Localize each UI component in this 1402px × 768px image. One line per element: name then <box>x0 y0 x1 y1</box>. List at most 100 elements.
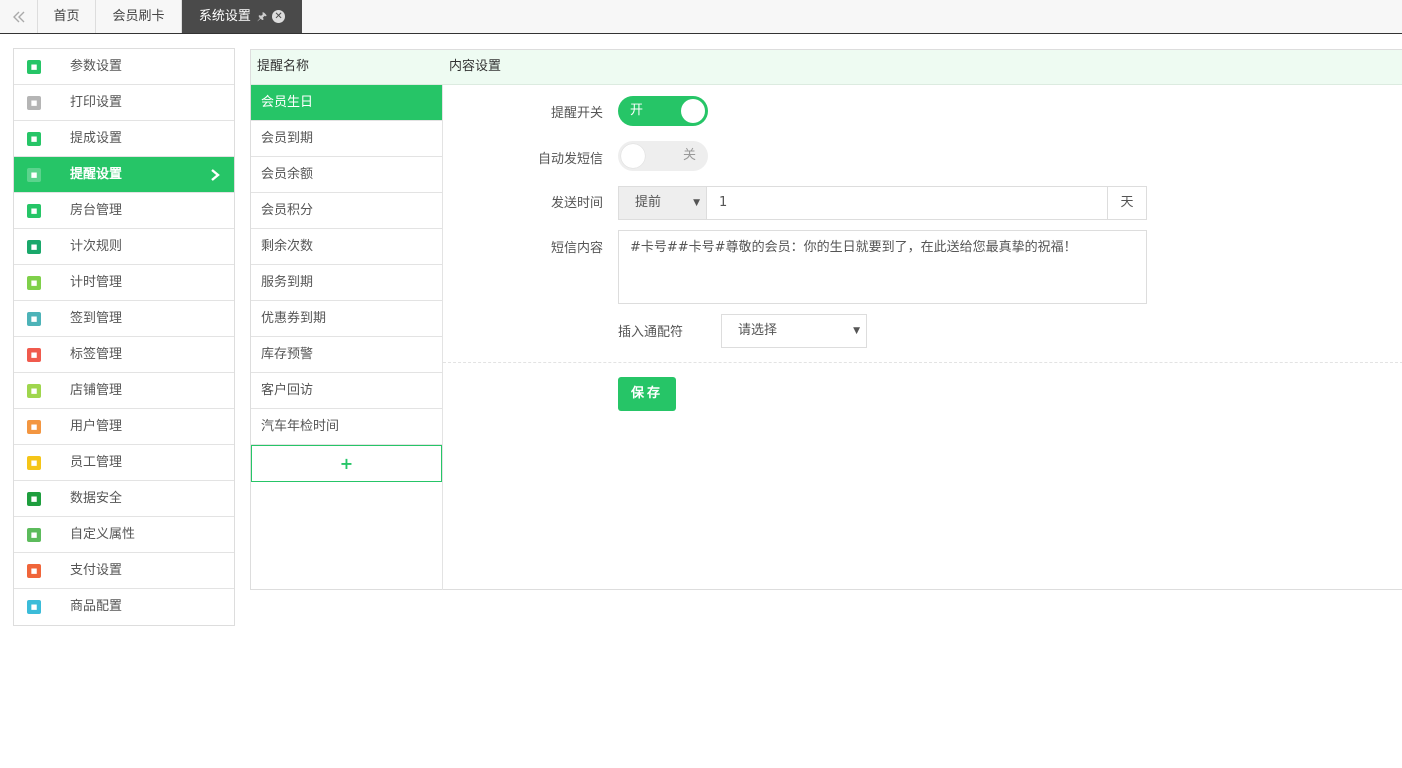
menu-item[interactable]: ■ 参数设置 <box>14 49 234 85</box>
send-time-label: 发送时间 <box>550 196 603 211</box>
reminder-list-item[interactable]: 会员到期 <box>251 121 442 157</box>
pin-icon[interactable]: 🖈 <box>257 0 267 33</box>
menu-item-label: 计时管理 <box>70 275 123 290</box>
caret-down-icon: ▼ <box>853 326 860 336</box>
menu-item[interactable]: ■ 计时管理 <box>14 265 234 301</box>
reminder-list-item[interactable]: 会员余额 <box>251 157 442 193</box>
reminder-list-item[interactable]: 优惠券到期 <box>251 301 442 337</box>
column-divider <box>442 85 443 590</box>
panel-header: 提醒名称 内容设置 <box>251 50 1402 85</box>
tab-system-settings[interactable]: 系统设置 🖈 ✕ <box>182 0 302 33</box>
reminder-list-item[interactable]: 汽车年检时间 <box>251 409 442 445</box>
tab-label: 首页 <box>53 9 80 24</box>
sms-content-label: 短信内容 <box>550 241 603 256</box>
input-value: 1 <box>719 195 728 210</box>
menu-item[interactable]: ■ 计次规则 <box>14 229 234 265</box>
calendar-icon: ■ <box>27 312 41 326</box>
wildcard-label: 插入通配符 <box>618 325 684 340</box>
tab-label: 系统设置 <box>198 9 251 24</box>
form-divider <box>443 362 1402 363</box>
menu-item[interactable]: ■ 用户管理 <box>14 409 234 445</box>
tab-label: 会员刷卡 <box>112 9 165 24</box>
reminder-list: 会员生日 会员到期 会员余额 会员积分 剩余次数 服务到期 优惠券到期 库存预警 客户回访 汽车年… <box>251 85 442 482</box>
select-value: 提前 <box>635 195 662 210</box>
store-icon: ■ <box>27 384 41 398</box>
reminder-panel: 提醒名称 内容设置 会员生日 会员到期 会员余额 会员积分 剩余次数 服务到期 优惠券到期库… <box>250 49 1402 590</box>
column-header-content: 内容设置 <box>449 59 502 74</box>
menu-item-label: 签到管理 <box>70 311 123 326</box>
toggle-state: 开 <box>630 103 644 118</box>
menu-item-label: 商品配置 <box>70 599 123 614</box>
tools-icon: ■ <box>27 600 41 614</box>
menu-item[interactable]: ■ 签到管理 <box>14 301 234 337</box>
staff-icon: ■ <box>27 456 41 470</box>
toggle-state: 关 <box>682 148 696 163</box>
menu-item[interactable]: ■ 支付设置 <box>14 553 234 589</box>
menu-item[interactable]: ■ 商品配置 <box>14 589 234 625</box>
send-time-input[interactable]: 1 <box>706 186 1108 220</box>
reminder-list-item[interactable]: 服务到期 <box>251 265 442 301</box>
bell-icon: ■ <box>27 168 41 182</box>
wildcard-select[interactable]: 请选择 ▼ <box>721 314 867 348</box>
menu-item[interactable]: ■ 数据安全 <box>14 481 234 517</box>
menu-item-label: 打印设置 <box>70 95 123 110</box>
menu-item-label: 员工管理 <box>70 455 123 470</box>
sliders-icon: ■ <box>27 60 41 74</box>
edit-icon: ■ <box>27 528 41 542</box>
chevron-right-icon <box>211 169 220 181</box>
printer-icon: ■ <box>27 96 41 110</box>
reminder-list-item[interactable]: 客户回访 <box>251 373 442 409</box>
add-reminder-button[interactable]: + <box>251 445 442 482</box>
menu-item[interactable]: ■ 提醒设置 <box>14 157 234 193</box>
tab-home[interactable]: 首页 <box>38 0 96 33</box>
menu-item-label: 自定义属性 <box>70 527 136 542</box>
menu-item[interactable]: ■ 提成设置 <box>14 121 234 157</box>
menu-item-label: 支付设置 <box>70 563 123 578</box>
close-icon[interactable]: ✕ <box>272 10 286 23</box>
menu-item[interactable]: ■ 标签管理 <box>14 337 234 373</box>
commission-icon: ■ <box>27 132 41 146</box>
menu-item-label: 用户管理 <box>70 419 123 434</box>
select-value: 请选择 <box>738 323 778 338</box>
save-button[interactable]: 保存 <box>618 377 676 411</box>
shield-icon: ■ <box>27 204 41 218</box>
reminder-list-item[interactable]: 会员生日 <box>251 85 442 121</box>
reminder-list-item[interactable]: 剩余次数 <box>251 229 442 265</box>
tab-bar: 首页 会员刷卡 系统设置 🖈 ✕ <box>0 0 1402 34</box>
menu-item-label: 参数设置 <box>70 59 123 74</box>
user-icon: ■ <box>27 420 41 434</box>
tag-icon: ■ <box>27 348 41 362</box>
toggle-knob <box>621 144 645 168</box>
payment-icon: ■ <box>27 564 41 578</box>
auto-sms-toggle[interactable]: 关 <box>618 141 708 171</box>
sms-content-textarea[interactable]: #卡号##卡号#尊敬的会员：你的生日就要到了，在此送给您最真挚的祝福！ <box>618 230 1147 304</box>
auto-sms-label: 自动发短信 <box>537 152 603 167</box>
double-chevron-left-icon[interactable] <box>0 0 38 33</box>
menu-item[interactable]: ■ 打印设置 <box>14 85 234 121</box>
alarm-clock-icon: ■ <box>27 276 41 290</box>
caret-down-icon: ▼ <box>693 198 700 208</box>
tab-member-card[interactable]: 会员刷卡 <box>96 0 182 33</box>
menu-item[interactable]: ■ 自定义属性 <box>14 517 234 553</box>
menu-item-label: 提醒设置 <box>70 167 123 182</box>
menu-item-label: 数据安全 <box>70 491 123 506</box>
menu-item[interactable]: ■ 店铺管理 <box>14 373 234 409</box>
menu-item-label: 标签管理 <box>70 347 123 362</box>
bar-chart-icon: ■ <box>27 492 41 506</box>
toggle-knob <box>681 99 705 123</box>
menu-item[interactable]: ■ 员工管理 <box>14 445 234 481</box>
menu-item-label: 计次规则 <box>70 239 123 254</box>
list-icon: ■ <box>27 240 41 254</box>
reminder-switch-label: 提醒开关 <box>550 106 603 121</box>
menu-item-label: 店铺管理 <box>70 383 123 398</box>
reminder-list-item[interactable]: 库存预警 <box>251 337 442 373</box>
column-header-name: 提醒名称 <box>257 59 310 74</box>
send-time-unit: 天 <box>1107 186 1147 220</box>
menu-item[interactable]: ■ 房台管理 <box>14 193 234 229</box>
reminder-list-item[interactable]: 会员积分 <box>251 193 442 229</box>
menu-item-label: 房台管理 <box>70 203 123 218</box>
send-time-mode-select[interactable]: 提前 ▼ <box>618 186 707 220</box>
menu-item-label: 提成设置 <box>70 131 123 146</box>
settings-menu: ■ 参数设置 ■ 打印设置 ■ 提成设置 ■ 提醒设置 ■ 房台管理 ■ 计次规则 ■ 计时管理 ■ 签到管理… <box>13 48 235 626</box>
reminder-switch-toggle[interactable]: 开 <box>618 96 708 126</box>
